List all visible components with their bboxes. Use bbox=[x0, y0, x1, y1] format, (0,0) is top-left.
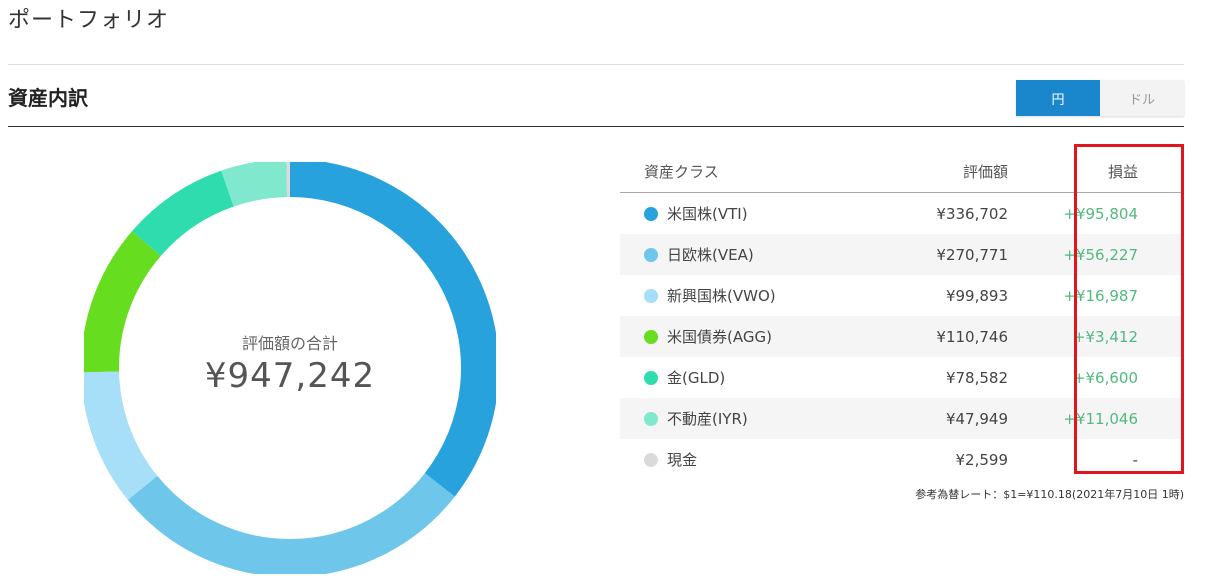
asset-class-name: 金(GLD) bbox=[667, 369, 726, 387]
currency-toggle: 円 ドル bbox=[1016, 80, 1184, 116]
valuation-cell: ¥270,771 bbox=[936, 245, 1008, 264]
asset-class-cell: 米国債券(AGG) bbox=[620, 326, 930, 347]
asset-class-cell: 新興国株(VWO) bbox=[620, 285, 930, 306]
asset-class-name: 不動産(IYR) bbox=[667, 410, 748, 428]
asset-class-cell: 米国株(VTI) bbox=[620, 203, 930, 224]
valuation-cell: ¥336,702 bbox=[936, 204, 1008, 223]
currency-yen-button[interactable]: 円 bbox=[1016, 80, 1100, 116]
header-asset-class: 資産クラス bbox=[644, 162, 719, 181]
asset-class-name: 米国債券(AGG) bbox=[667, 328, 772, 346]
legend-dot-icon bbox=[644, 247, 658, 262]
asset-class-name: 米国株(VTI) bbox=[667, 205, 748, 223]
donut-segment bbox=[127, 473, 455, 574]
section-divider bbox=[8, 126, 1184, 127]
currency-usd-button[interactable]: ドル bbox=[1100, 80, 1184, 116]
valuation-cell: ¥110,746 bbox=[936, 327, 1008, 346]
legend-dot-icon bbox=[644, 288, 658, 303]
legend-dot-icon bbox=[644, 206, 658, 221]
legend-dot-icon bbox=[644, 411, 658, 426]
header-divider bbox=[8, 64, 1184, 65]
legend-dot-icon bbox=[644, 452, 658, 467]
valuation-cell: ¥47,949 bbox=[945, 409, 1008, 428]
gain-column-highlight bbox=[1074, 144, 1184, 474]
donut-total-value: ¥947,242 bbox=[204, 356, 376, 396]
asset-class-cell: 不動産(IYR) bbox=[620, 408, 930, 429]
valuation-cell: ¥2,599 bbox=[955, 450, 1009, 469]
asset-class-cell: 金(GLD) bbox=[620, 367, 930, 388]
asset-class-name: 現金 bbox=[667, 451, 698, 469]
donut-segment bbox=[132, 170, 235, 257]
valuation-cell: ¥78,582 bbox=[945, 368, 1008, 387]
asset-class-cell: 日欧株(VEA) bbox=[620, 244, 930, 265]
asset-class-cell: 現金 bbox=[620, 449, 930, 470]
donut-segment bbox=[221, 162, 288, 207]
page-title: ポートフォリオ bbox=[8, 8, 170, 33]
header-valuation: 評価額 bbox=[962, 162, 1008, 181]
fx-rate-note: 参考為替レート：$1=¥110.18(2021年7月10日 1時) bbox=[915, 488, 1184, 501]
legend-dot-icon bbox=[644, 329, 658, 344]
valuation-cell: ¥99,893 bbox=[945, 286, 1008, 305]
section-title: 資産内訳 bbox=[8, 86, 88, 110]
donut-total-label: 評価額の合計 bbox=[241, 334, 338, 353]
legend-dot-icon bbox=[644, 370, 658, 385]
asset-class-name: 日欧株(VEA) bbox=[667, 246, 754, 264]
asset-class-name: 新興国株(VWO) bbox=[667, 287, 776, 305]
